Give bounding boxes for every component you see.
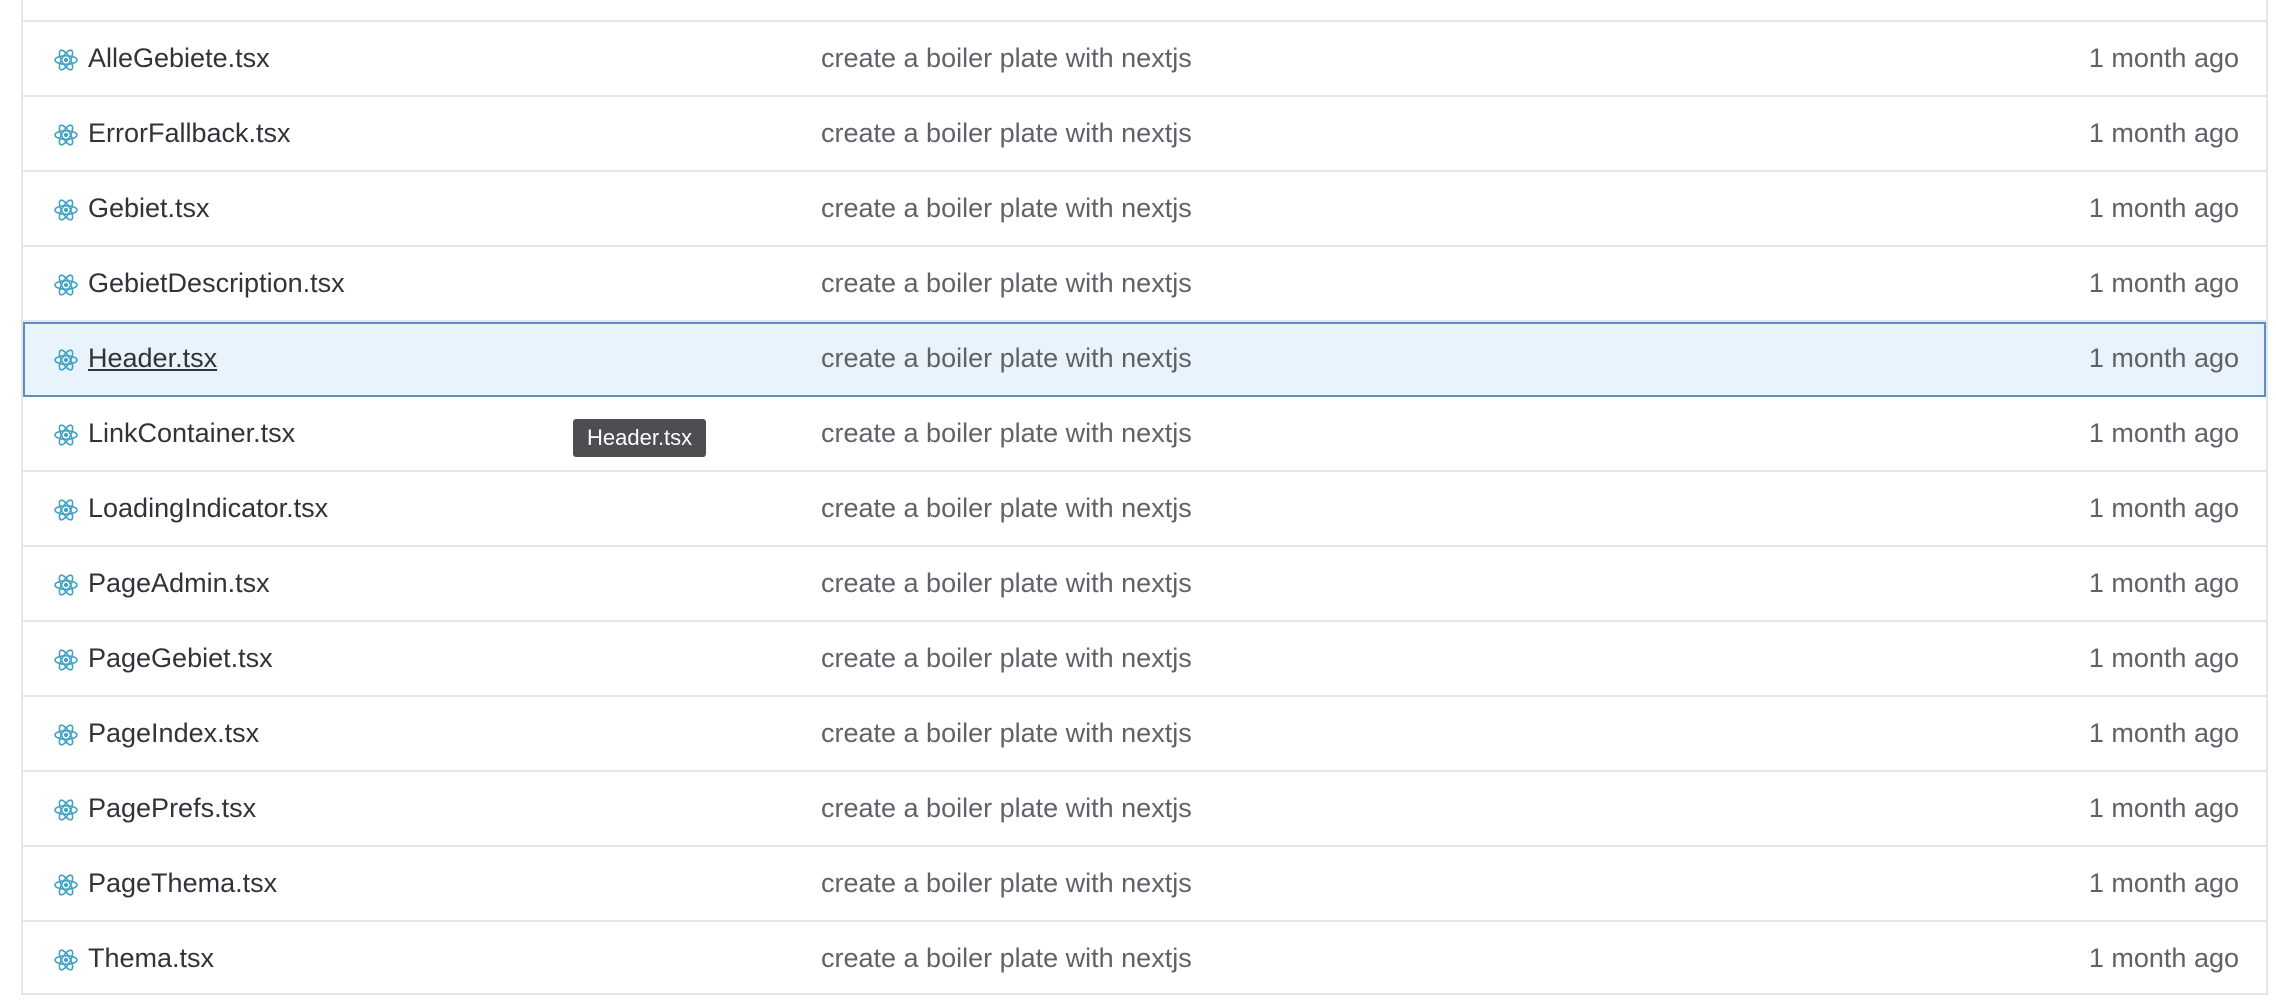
last-update-time: 1 month ago [2088,793,2239,823]
file-name-link[interactable]: PageIndex.tsx [88,718,259,749]
last-commit-link[interactable]: create a boiler plate with nextjs [821,118,1192,149]
table-row[interactable]: PageGebiet.tsx create a boiler plate wit… [23,622,2266,697]
table-row[interactable]: Gebiet.tsx create a boiler plate with ne… [23,172,2266,247]
last-update-time: 1 month ago [2088,418,2239,448]
last-commit-link[interactable]: create a boiler plate with nextjs [821,343,1192,374]
table-row[interactable]: Thema.tsx create a boiler plate with nex… [23,922,2266,997]
table-row[interactable]: LinkContainer.tsx create a boiler plate … [23,397,2266,472]
last-commit-link[interactable]: create a boiler plate with nextjs [821,868,1192,899]
file-name-link[interactable]: PageGebiet.tsx [88,643,273,674]
last-update-time: 1 month ago [2088,193,2239,223]
last-commit-link[interactable]: create a boiler plate with nextjs [821,943,1192,974]
react-icon [53,647,79,673]
table-row[interactable]: LoadingIndicator.tsx create a boiler pla… [23,472,2266,547]
file-name-link[interactable]: Gebiet.tsx [88,193,210,224]
file-name-link[interactable]: AlleGebiete.tsx [88,43,270,74]
last-commit-link[interactable]: create a boiler plate with nextjs [821,43,1192,74]
last-update-time: 1 month ago [2088,343,2239,373]
react-icon [53,722,79,748]
file-name-link[interactable]: Header.tsx [88,343,217,374]
table-row[interactable]: PagePrefs.tsx create a boiler plate with… [23,772,2266,847]
table-row[interactable]: PageIndex.tsx create a boiler plate with… [23,697,2266,772]
table-row[interactable]: AlleGebiete.tsx create a boiler plate wi… [23,22,2266,97]
last-update-time: 1 month ago [2088,118,2239,148]
react-icon [53,47,79,73]
last-update-time: 1 month ago [2088,718,2239,748]
last-commit-link[interactable]: create a boiler plate with nextjs [821,193,1192,224]
last-commit-link[interactable]: create a boiler plate with nextjs [821,418,1192,449]
last-commit-link[interactable]: create a boiler plate with nextjs [821,268,1192,299]
last-commit-link[interactable]: create a boiler plate with nextjs [821,718,1192,749]
react-icon [53,347,79,373]
react-icon [53,572,79,598]
last-commit-link[interactable]: create a boiler plate with nextjs [821,643,1192,674]
table-top-row [23,0,2266,22]
last-update-time: 1 month ago [2088,568,2239,598]
react-icon [53,797,79,823]
react-icon [53,947,79,973]
file-name-link[interactable]: PagePrefs.tsx [88,793,256,824]
last-update-time: 1 month ago [2088,268,2239,298]
react-icon [53,497,79,523]
file-name-link[interactable]: PageThema.tsx [88,868,277,899]
file-name-link[interactable]: ErrorFallback.tsx [88,118,291,149]
table-row[interactable]: PageAdmin.tsx create a boiler plate with… [23,547,2266,622]
last-update-time: 1 month ago [2088,643,2239,673]
last-update-time: 1 month ago [2088,43,2239,73]
file-name-link[interactable]: GebietDescription.tsx [88,268,345,299]
react-icon [53,272,79,298]
last-update-time: 1 month ago [2088,868,2239,898]
last-update-time: 1 month ago [2088,943,2239,973]
table-row[interactable]: GebietDescription.tsx create a boiler pl… [23,247,2266,322]
table-row[interactable]: ErrorFallback.tsx create a boiler plate … [23,97,2266,172]
last-commit-link[interactable]: create a boiler plate with nextjs [821,568,1192,599]
react-icon [53,122,79,148]
file-table: AlleGebiete.tsx create a boiler plate wi… [21,0,2268,995]
file-name-link[interactable]: LinkContainer.tsx [88,418,295,449]
file-name-link[interactable]: LoadingIndicator.tsx [88,493,328,524]
react-icon [53,872,79,898]
last-commit-link[interactable]: create a boiler plate with nextjs [821,493,1192,524]
react-icon [53,422,79,448]
last-commit-link[interactable]: create a boiler plate with nextjs [821,793,1192,824]
react-icon [53,197,79,223]
file-name-tooltip: Header.tsx [573,419,707,457]
file-name-link[interactable]: Thema.tsx [88,943,214,974]
last-update-time: 1 month ago [2088,493,2239,523]
file-list: AlleGebiete.tsx create a boiler plate wi… [23,22,2266,997]
table-row[interactable]: PageThema.tsx create a boiler plate with… [23,847,2266,922]
file-name-link[interactable]: PageAdmin.tsx [88,568,270,599]
table-row[interactable]: Header.tsx create a boiler plate with ne… [23,322,2266,397]
